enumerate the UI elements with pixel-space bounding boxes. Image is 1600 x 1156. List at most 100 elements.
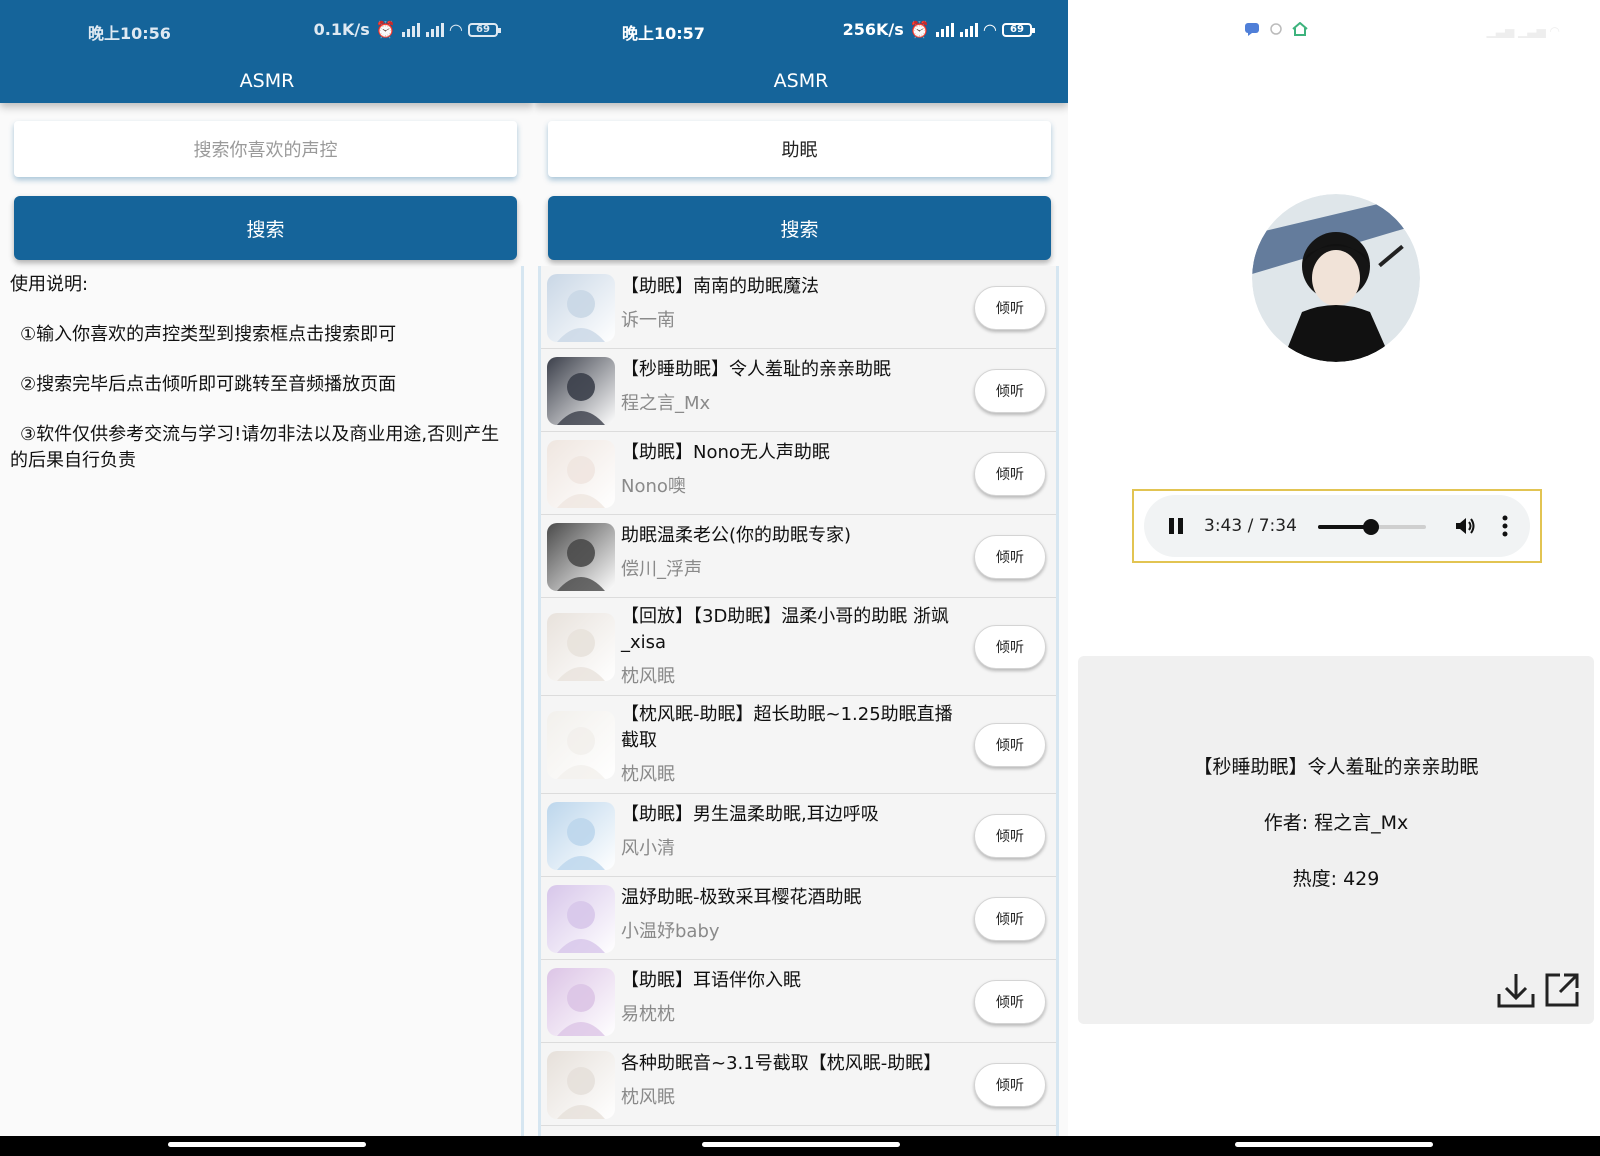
download-button[interactable] bbox=[1496, 972, 1536, 1014]
search-results-screen: 晚上10:57 256K/s ⏰ ◠ 69 ASMR 助眠 搜索 【助眠】南南的… bbox=[534, 0, 1068, 1156]
status-bar: 晚上10:56 0.1K/s ⏰ ◠ 69 bbox=[0, 20, 534, 43]
result-row[interactable]: 【助眠】Nono无人声助眠 Nono噢 倾听 bbox=[541, 432, 1056, 515]
result-avatar bbox=[547, 440, 615, 508]
result-avatar bbox=[547, 885, 615, 953]
result-avatar bbox=[547, 1051, 615, 1119]
app-bar: 晚上10:57 256K/s ⏰ ◠ 69 ASMR bbox=[534, 0, 1068, 103]
stage: 晚上10:56 0.1K/s ⏰ ◠ 69 ASMR 搜索你喜欢的声控 搜索 使… bbox=[0, 0, 1600, 1156]
listen-button[interactable]: 倾听 bbox=[974, 369, 1046, 413]
result-avatar bbox=[547, 802, 615, 870]
audio-player-frame: 3:43 / 7:34 bbox=[1132, 489, 1542, 563]
cover-thumbnail-icon bbox=[557, 373, 605, 425]
result-avatar bbox=[547, 613, 615, 681]
result-row[interactable]: 【秒睡助眠】令人羞耻的亲亲助眠 程之言_Mx 倾听 bbox=[541, 349, 1056, 432]
cover-art-icon bbox=[1252, 194, 1420, 362]
result-author: 小温妤baby bbox=[621, 921, 720, 942]
volume-button[interactable] bbox=[1454, 515, 1476, 541]
status-signal-icons: ▁▃▅ ▁▃▅ ◠ bbox=[1486, 24, 1560, 38]
open-external-icon bbox=[1545, 973, 1579, 1007]
listen-button[interactable]: 倾听 bbox=[974, 897, 1046, 941]
result-title: 【助眠】男生温柔助眠,耳边呼吸 bbox=[621, 804, 879, 825]
message-icon bbox=[1245, 23, 1259, 36]
result-title: 【回放】【3D助眠】温柔小哥的助眠 浙飒_xisa bbox=[621, 606, 950, 653]
result-row[interactable]: 【助眠】耳语伴你入眠 易枕枕 倾听 bbox=[541, 960, 1056, 1043]
cover-thumbnail-icon bbox=[557, 290, 605, 342]
more-options-button[interactable] bbox=[1502, 515, 1508, 541]
playback-time: 3:43 / 7:34 bbox=[1204, 516, 1297, 536]
result-author: 风小清 bbox=[621, 838, 675, 859]
listen-button[interactable]: 倾听 bbox=[974, 980, 1046, 1024]
usage-line: ②搜索完毕后点击倾听即可跳转至音频播放页面 bbox=[20, 374, 397, 395]
search-button[interactable]: 搜索 bbox=[14, 196, 517, 260]
signal-icon bbox=[401, 22, 420, 37]
listen-button[interactable]: 倾听 bbox=[974, 814, 1046, 858]
result-row[interactable]: 【助眠】男生温柔助眠,耳边呼吸 风小清 倾听 bbox=[541, 794, 1056, 877]
track-author: 作者: 程之言_Mx bbox=[1263, 812, 1409, 834]
signal-icon bbox=[935, 22, 954, 37]
results-list[interactable]: 【助眠】南南的助眠魔法 诉一南 倾听 【秒睡助眠】令人羞耻的亲亲助眠 程之言_Mx 倾听【… bbox=[538, 266, 1059, 1136]
result-row[interactable]: 【助眠】南南的助眠魔法 诉一南 倾听 bbox=[541, 266, 1056, 349]
search-button[interactable]: 搜索 bbox=[548, 196, 1051, 260]
search-input[interactable]: 搜索你喜欢的声控 bbox=[14, 121, 517, 177]
result-row[interactable]: 温妤助眠-极致采耳樱花酒助眠 小温妤baby 倾听 bbox=[541, 877, 1056, 960]
result-author: Nono噢 bbox=[621, 476, 686, 497]
result-avatar bbox=[547, 357, 615, 425]
pause-button[interactable] bbox=[1168, 517, 1184, 539]
app-title: ASMR bbox=[239, 70, 295, 92]
alarm-icon: ⏰ bbox=[909, 20, 930, 39]
network-speed: 0.1K/s bbox=[313, 20, 370, 39]
pinwheel-icon bbox=[1270, 23, 1282, 35]
app-title: ASMR bbox=[773, 70, 829, 92]
usage-instructions: 使用说明: ①输入你喜欢的声控类型到搜索框点击搜索即可 ②搜索完毕后点击倾听即可… bbox=[6, 266, 524, 1136]
result-author: 枕风眠 bbox=[621, 764, 675, 785]
listen-button[interactable]: 倾听 bbox=[974, 452, 1046, 496]
track-heat: 热度: 429 bbox=[1292, 868, 1380, 890]
cover-thumbnail-icon bbox=[557, 901, 605, 953]
audio-player[interactable]: 3:43 / 7:34 bbox=[1144, 495, 1530, 557]
status-bar: ▁▃▅ ▁▃▅ ◠ bbox=[1068, 20, 1600, 44]
pause-icon bbox=[1169, 518, 1183, 534]
share-button[interactable] bbox=[1544, 972, 1580, 1012]
result-author: 程之言_Mx bbox=[621, 393, 711, 414]
usage-line: ①输入你喜欢的声控类型到搜索框点击搜索即可 bbox=[20, 324, 397, 345]
listen-button[interactable]: 倾听 bbox=[974, 723, 1046, 767]
result-author: 诉一南 bbox=[621, 310, 675, 331]
status-icons bbox=[1244, 22, 1308, 36]
result-row[interactable]: 【回放】【3D助眠】温柔小哥的助眠 浙飒_xisa 枕风眠 倾听 bbox=[541, 598, 1056, 696]
result-author: 枕风眠 bbox=[621, 1087, 675, 1108]
home-indicator[interactable] bbox=[702, 1142, 900, 1147]
result-row[interactable]: 【枕风眠-助眠】超长助眠~1.25助眠直播截取 枕风眠 倾听 bbox=[541, 696, 1056, 794]
listen-button[interactable]: 倾听 bbox=[974, 625, 1046, 669]
result-title: 【助眠】南南的助眠魔法 bbox=[621, 276, 819, 297]
wifi-icon: ◠ bbox=[449, 20, 462, 39]
cover-thumbnail-icon bbox=[557, 727, 605, 779]
result-avatar bbox=[547, 523, 615, 591]
cover-thumbnail-icon bbox=[557, 539, 605, 591]
album-cover bbox=[1252, 194, 1420, 362]
progress-slider[interactable] bbox=[1318, 519, 1426, 535]
listen-button[interactable]: 倾听 bbox=[974, 286, 1046, 330]
home-indicator[interactable] bbox=[168, 1142, 366, 1147]
listen-button[interactable]: 倾听 bbox=[974, 1063, 1046, 1107]
home-indicator[interactable] bbox=[1235, 1142, 1433, 1147]
download-icon bbox=[1497, 974, 1535, 1008]
result-title: 【助眠】Nono无人声助眠 bbox=[621, 442, 830, 463]
app-bar: 晚上10:56 0.1K/s ⏰ ◠ 69 ASMR bbox=[0, 0, 534, 103]
cover-thumbnail-icon bbox=[557, 984, 605, 1036]
alarm-icon: ⏰ bbox=[375, 20, 396, 39]
result-author: 枕风眠 bbox=[621, 666, 675, 687]
result-avatar bbox=[547, 274, 615, 342]
result-row[interactable]: 各种助眠音~3.1号截取【枕风眠-助眠】 枕风眠 倾听 bbox=[541, 1043, 1056, 1126]
search-input[interactable]: 助眠 bbox=[548, 121, 1051, 177]
status-time: 晚上10:56 bbox=[88, 24, 171, 43]
progress-knob[interactable] bbox=[1363, 519, 1379, 535]
result-title: 各种助眠音~3.1号截取【枕风眠-助眠】 bbox=[621, 1053, 942, 1074]
nav-bar bbox=[534, 1136, 1068, 1156]
volume-icon bbox=[1456, 518, 1475, 534]
listen-button[interactable]: 倾听 bbox=[974, 535, 1046, 579]
result-title: 【秒睡助眠】令人羞耻的亲亲助眠 bbox=[621, 359, 891, 380]
wifi-icon: ◠ bbox=[983, 20, 996, 39]
player-screen: ▁▃▅ ▁▃▅ ◠ 3:43 / 7:34 【秒睡助眠】令人羞耻的亲亲助眠 作者… bbox=[1068, 0, 1600, 1156]
result-row-partial bbox=[541, 1126, 1056, 1136]
result-row[interactable]: 助眠温柔老公(你的助眠专家) 偿川_浮声 倾听 bbox=[541, 515, 1056, 598]
